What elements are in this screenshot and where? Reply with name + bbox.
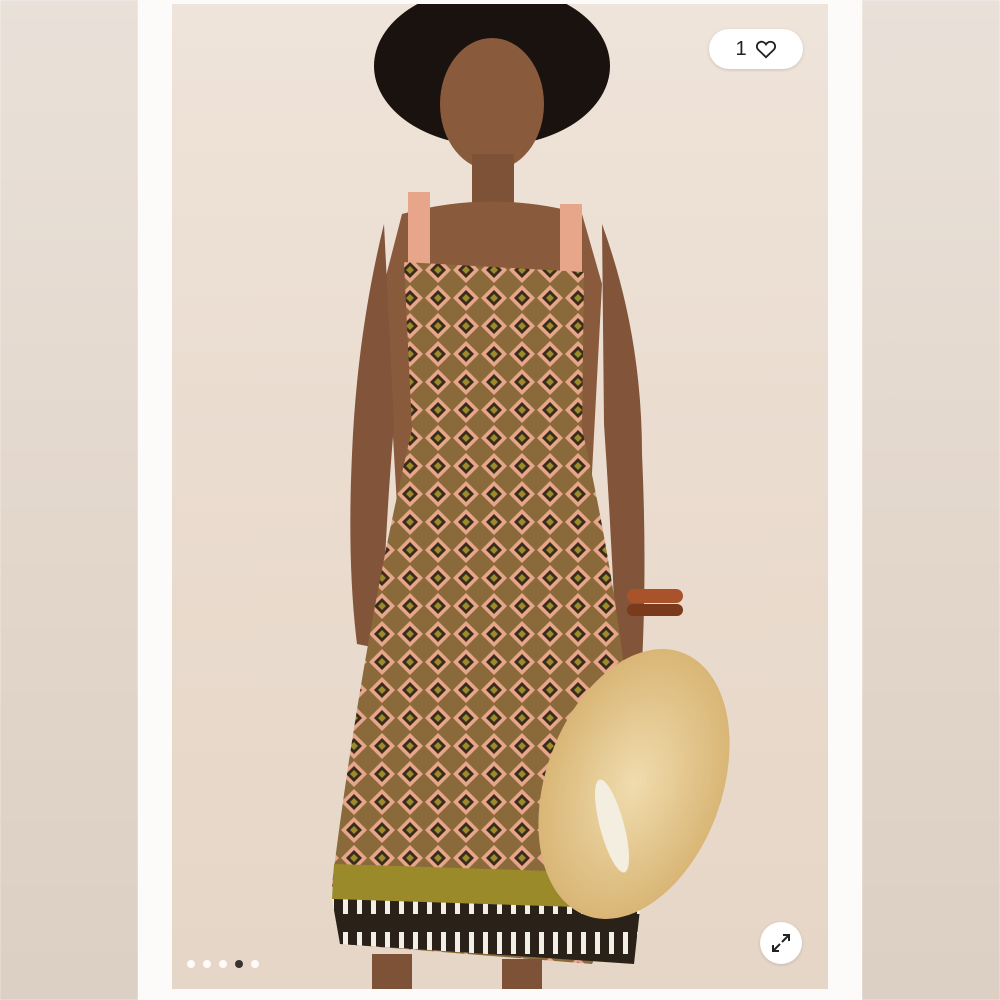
carousel-indicator <box>187 960 259 968</box>
like-button[interactable]: 1 <box>709 29 803 69</box>
model-illustration <box>332 4 730 989</box>
expand-arrows-icon <box>772 934 790 952</box>
carousel-dot[interactable] <box>251 960 259 968</box>
blurred-backdrop-right <box>862 0 1000 1000</box>
carousel-dot[interactable] <box>187 960 195 968</box>
heart-outline-icon <box>755 40 776 59</box>
carousel-dot[interactable] <box>219 960 227 968</box>
carousel-dot[interactable] <box>235 960 243 968</box>
blurred-backdrop-left <box>0 0 138 1000</box>
like-count: 1 <box>735 37 747 60</box>
expand-image-button[interactable] <box>760 922 802 964</box>
carousel-dot[interactable] <box>203 960 211 968</box>
product-photo <box>172 4 828 989</box>
